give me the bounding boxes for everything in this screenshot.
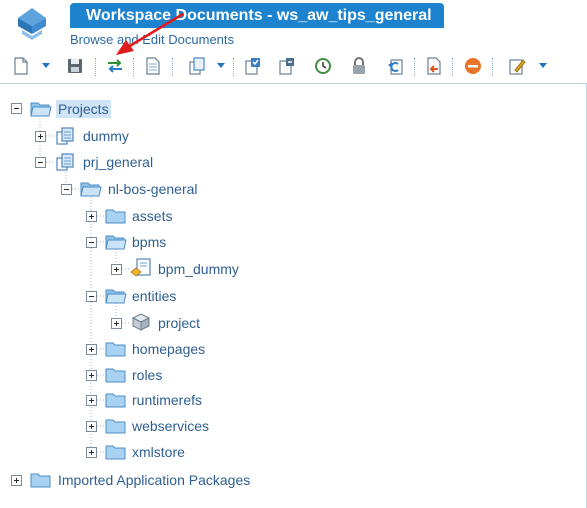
toolbar-separator <box>95 58 97 76</box>
checkin-icon <box>245 58 260 75</box>
entities-collapse-toggle[interactable] <box>86 291 97 302</box>
checkin-button[interactable] <box>242 55 264 77</box>
toolbar-separator <box>414 58 416 76</box>
tree-node-xmlstore[interactable]: xmlstore <box>132 443 185 461</box>
tree-node-roles[interactable]: roles <box>132 366 162 384</box>
new-document-dropdown[interactable] <box>42 63 50 68</box>
homepages-expand-toggle[interactable] <box>86 344 97 355</box>
nl-bos-general-collapse-toggle[interactable] <box>61 184 72 195</box>
tree-node-bpms[interactable]: bpms <box>132 233 166 251</box>
export-button[interactable] <box>423 55 445 77</box>
delete-button[interactable] <box>462 55 484 77</box>
lock-button[interactable] <box>348 55 370 77</box>
tree-node-imported-application-packages[interactable]: Imported Application Packages <box>58 471 250 489</box>
properties-button[interactable] <box>142 55 164 77</box>
folder-icon <box>105 393 126 408</box>
bpm-model-icon <box>130 258 151 277</box>
revert-button[interactable] <box>385 55 407 77</box>
webservices-expand-toggle[interactable] <box>86 421 97 432</box>
app-logo-icon <box>12 4 52 44</box>
prj-general-collapse-toggle[interactable] <box>35 157 46 168</box>
bpms-collapse-toggle[interactable] <box>86 237 97 248</box>
toolbar-separator <box>133 58 135 76</box>
edit-dropdown[interactable] <box>539 63 547 68</box>
roles-expand-toggle[interactable] <box>86 370 97 381</box>
tree-node-projects[interactable]: Projects <box>56 100 111 118</box>
toolbar-separator <box>492 58 494 76</box>
project-icon <box>56 153 74 171</box>
toolbar-separator <box>452 58 454 76</box>
project-icon <box>56 127 74 145</box>
save-icon <box>68 59 82 73</box>
revert-icon <box>388 59 403 75</box>
page-subtitle: Browse and Edit Documents <box>70 32 235 47</box>
folder-icon <box>105 419 126 434</box>
history-button[interactable] <box>312 55 334 77</box>
copy-button[interactable] <box>186 55 208 77</box>
entity-cube-icon <box>131 313 151 331</box>
history-icon <box>315 58 331 74</box>
new-document-button[interactable] <box>10 55 32 77</box>
folder-icon <box>105 342 126 357</box>
folder-open-icon <box>80 182 102 197</box>
new-document-icon <box>14 57 28 75</box>
edit-icon <box>509 59 526 75</box>
folder-icon <box>30 473 51 488</box>
tree-node-bpm-dummy[interactable]: bpm_dummy <box>158 260 239 278</box>
toolbar-separator <box>233 58 235 76</box>
tree-node-webservices[interactable]: webservices <box>132 417 209 435</box>
workspace-documents-page: Workspace Documents - ws_aw_tips_general… <box>0 0 587 508</box>
window-title: Workspace Documents - ws_aw_tips_general <box>70 3 444 28</box>
checkout-icon <box>279 58 294 75</box>
properties-icon <box>146 57 160 75</box>
dummy-expand-toggle[interactable] <box>35 131 46 142</box>
copy-dropdown[interactable] <box>217 63 225 68</box>
export-icon <box>427 57 441 75</box>
tree-node-prj-general[interactable]: prj_general <box>83 153 153 171</box>
tree-node-project[interactable]: project <box>158 314 200 332</box>
document-tree: Projects dummy prj_general nl-bos-genera… <box>0 86 587 506</box>
projects-collapse-toggle[interactable] <box>11 103 22 114</box>
delete-icon <box>465 58 481 74</box>
bpm-dummy-expand-toggle[interactable] <box>111 264 122 275</box>
folder-open-icon <box>105 235 127 250</box>
tree-node-assets[interactable]: assets <box>132 207 172 225</box>
synchronize-icon <box>108 59 122 73</box>
copy-icon <box>189 57 205 75</box>
project-expand-toggle[interactable] <box>111 318 122 329</box>
runtimerefs-expand-toggle[interactable] <box>86 395 97 406</box>
folder-open-icon <box>30 102 52 117</box>
toolbar-separator <box>172 58 174 76</box>
checkout-button[interactable] <box>276 55 298 77</box>
imported-packages-expand-toggle[interactable] <box>11 475 22 486</box>
tree-node-entities[interactable]: entities <box>132 287 176 305</box>
lock-icon <box>353 57 365 74</box>
synchronize-button[interactable] <box>104 55 126 77</box>
assets-expand-toggle[interactable] <box>86 211 97 222</box>
save-button[interactable] <box>64 55 86 77</box>
folder-icon <box>105 368 126 383</box>
xmlstore-expand-toggle[interactable] <box>86 447 97 458</box>
folder-open-icon <box>105 289 127 304</box>
tree-node-runtimerefs[interactable]: runtimerefs <box>132 391 202 409</box>
tree-node-nl-bos-general[interactable]: nl-bos-general <box>108 180 198 198</box>
edit-button[interactable] <box>506 55 528 77</box>
tree-node-dummy[interactable]: dummy <box>83 127 129 145</box>
folder-icon <box>105 445 126 460</box>
tree-node-homepages[interactable]: homepages <box>132 340 205 358</box>
toolbar <box>0 50 587 84</box>
folder-icon <box>105 209 126 224</box>
